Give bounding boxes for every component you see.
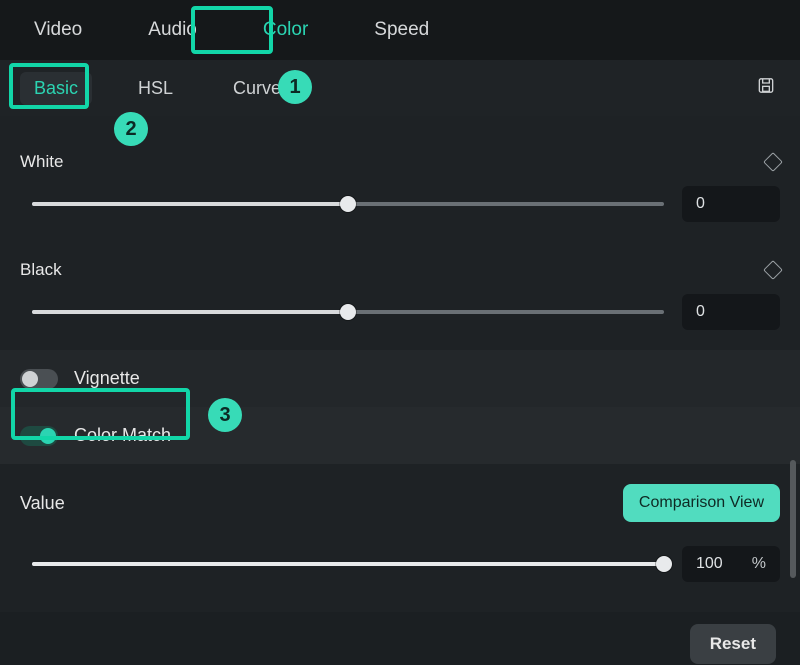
vignette-toggle[interactable] [20, 369, 58, 389]
tab-video[interactable]: Video [20, 9, 96, 51]
black-value-input[interactable]: 0 [682, 294, 780, 330]
black-section: Black 0 [20, 242, 780, 350]
white-value-input[interactable]: 0 [682, 186, 780, 222]
save-preset-icon[interactable] [756, 76, 776, 101]
vignette-label: Vignette [74, 368, 140, 389]
vignette-row: Vignette [0, 350, 800, 407]
scrollbar[interactable] [790, 460, 796, 578]
black-slider[interactable] [32, 310, 664, 314]
reset-bar: Reset [0, 612, 800, 664]
color-match-value-section: Value Comparison View 100 % [0, 464, 800, 612]
white-slider[interactable] [32, 202, 664, 206]
color-match-toggle[interactable] [20, 426, 58, 446]
cm-value-slider[interactable] [32, 562, 664, 566]
subtab-hsl[interactable]: HSL [124, 72, 187, 105]
white-label: White [20, 152, 63, 172]
subtab-curves[interactable]: Curves [219, 72, 304, 105]
black-keyframe-icon[interactable] [763, 260, 783, 280]
color-match-label: Color Match [74, 425, 171, 446]
white-keyframe-icon[interactable] [763, 152, 783, 172]
sub-tab-bar: Basic HSL Curves [0, 60, 800, 116]
comparison-view-button[interactable]: Comparison View [623, 484, 780, 522]
cm-value-input[interactable]: 100 % [682, 546, 780, 582]
white-section: White 0 Black [0, 116, 800, 350]
top-tab-bar: Video Audio Color Speed [0, 0, 800, 60]
black-label: Black [20, 260, 62, 280]
tab-audio[interactable]: Audio [134, 9, 211, 51]
cm-value-label: Value [20, 493, 65, 514]
tab-speed[interactable]: Speed [360, 9, 443, 51]
reset-button[interactable]: Reset [690, 624, 776, 664]
subtab-basic[interactable]: Basic [20, 72, 92, 105]
tab-color[interactable]: Color [249, 9, 322, 51]
color-match-row: Color Match [0, 407, 800, 464]
